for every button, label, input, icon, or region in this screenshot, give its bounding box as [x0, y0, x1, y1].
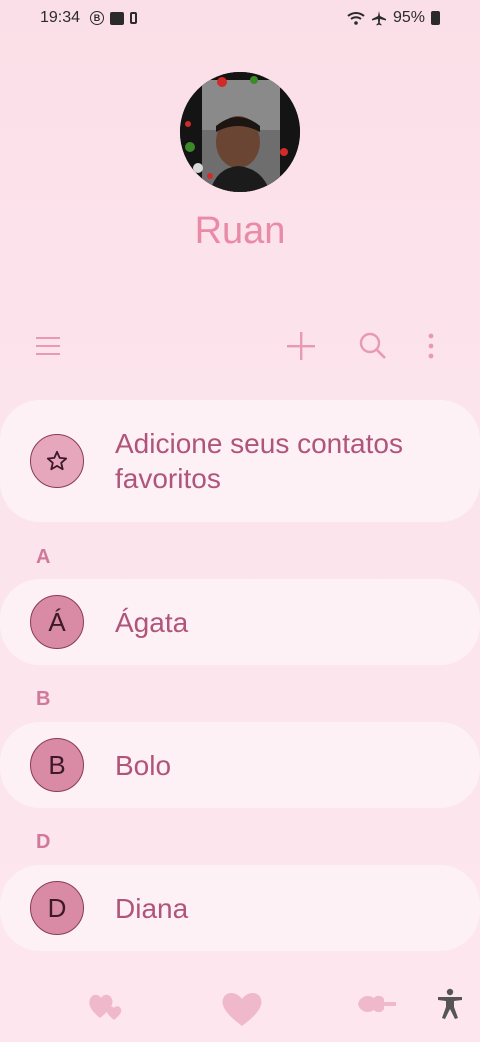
star-icon [46, 450, 68, 471]
back-button[interactable] [354, 988, 398, 1024]
contact-avatar: D [30, 881, 84, 935]
favorites-text: Adicione seus contatos favoritos [115, 426, 403, 496]
accessibility-icon [438, 988, 462, 1019]
favorites-text-line2: favoritos [115, 463, 221, 494]
wifi-icon [347, 12, 365, 25]
hearts-icon [89, 994, 122, 1020]
status-right: 95% [347, 9, 440, 27]
battery-notification-icon [130, 12, 138, 24]
battery-percent: 95% [392, 9, 425, 26]
airplane-icon [371, 11, 386, 26]
more-vert-icon [428, 333, 434, 359]
b-notification-icon: B [90, 11, 105, 25]
status-time: 19:34 [40, 9, 81, 26]
back-arrow-icon [358, 995, 396, 1013]
battery-icon [431, 11, 440, 25]
section-header-a: A [36, 546, 51, 568]
home-button[interactable] [220, 988, 264, 1028]
add-contact-button[interactable] [277, 322, 325, 370]
section-header-b: B [36, 688, 51, 710]
search-icon [359, 332, 386, 359]
contact-name: Ágata [115, 607, 189, 638]
profile-photo [180, 72, 300, 192]
status-left: 19:34 B [40, 9, 138, 27]
toolbar [0, 322, 480, 370]
recents-button[interactable] [86, 988, 130, 1024]
add-favorites-card[interactable]: Adicione seus contatos favoritos [0, 400, 480, 522]
bottom-navigation-bar [0, 980, 480, 1040]
favorites-text-line1: Adicione seus contatos [115, 428, 403, 459]
heart-icon [222, 992, 262, 1026]
gallery-notification-icon [110, 11, 125, 25]
contact-row[interactable]: Á Ágata [0, 579, 480, 665]
contact-row[interactable]: D Diana [0, 865, 480, 951]
contact-avatar: B [30, 738, 84, 792]
menu-button[interactable] [24, 322, 72, 370]
contact-avatar: Á [30, 595, 84, 649]
favorites-avatar [30, 434, 84, 488]
status-bar: 19:34 B 95% [0, 0, 480, 36]
menu-icon [36, 337, 60, 355]
profile-name[interactable]: Ruan [0, 210, 480, 253]
more-options-button[interactable] [407, 322, 455, 370]
contact-row[interactable]: B Bolo [0, 722, 480, 808]
section-header-d: D [36, 831, 51, 853]
profile-avatar[interactable] [180, 72, 300, 192]
search-button[interactable] [349, 322, 397, 370]
plus-icon [287, 332, 315, 360]
accessibility-button[interactable] [436, 988, 464, 1020]
contact-name: Bolo [115, 750, 172, 781]
contact-name: Diana [115, 893, 189, 924]
